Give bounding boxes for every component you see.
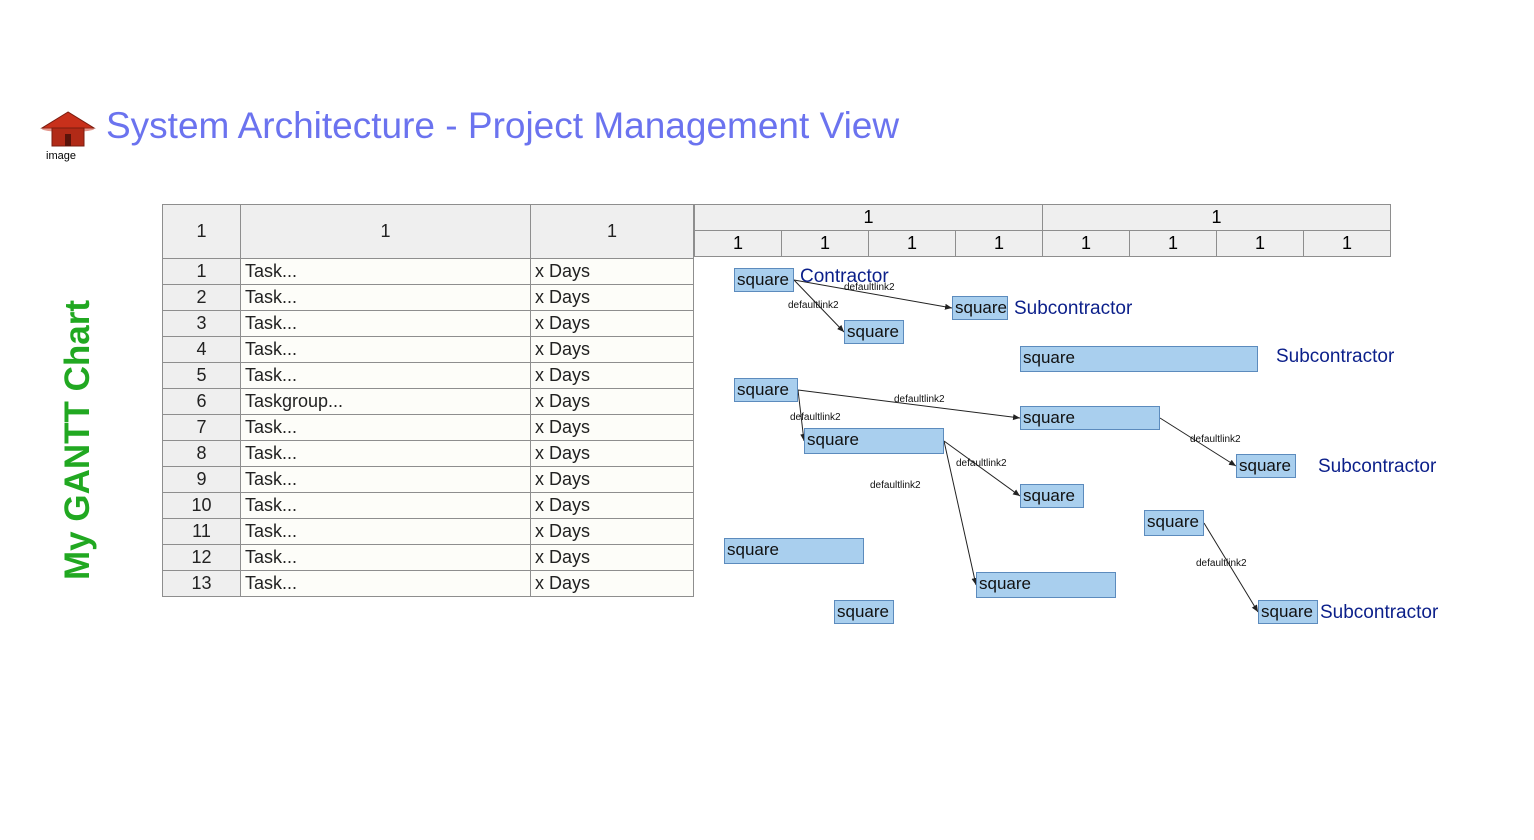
side-title: My GANTT Chart bbox=[58, 212, 98, 580]
gantt-role-label: Subcontractor bbox=[1276, 346, 1394, 368]
gantt-bar[interactable]: square bbox=[952, 296, 1008, 320]
row-number: 1 bbox=[163, 259, 241, 285]
gantt-bar[interactable]: square bbox=[1020, 406, 1160, 430]
gantt-bar[interactable]: square bbox=[724, 538, 864, 564]
gantt-bar[interactable]: square bbox=[1144, 510, 1204, 536]
table-row[interactable]: 7Task...x Days bbox=[163, 415, 694, 441]
table-row[interactable]: 2Task...x Days bbox=[163, 285, 694, 311]
house-icon-caption: image bbox=[46, 150, 76, 162]
gantt-role-label: Subcontractor bbox=[1318, 456, 1436, 478]
task-duration-cell[interactable]: x Days bbox=[531, 311, 694, 337]
task-name-cell[interactable]: Task... bbox=[241, 415, 531, 441]
task-head-1: 1 bbox=[241, 205, 531, 259]
task-duration-cell[interactable]: x Days bbox=[531, 285, 694, 311]
gantt-bar[interactable]: square bbox=[734, 378, 798, 402]
task-duration-cell[interactable]: x Days bbox=[531, 337, 694, 363]
time-col-bottom: 1 bbox=[1043, 231, 1130, 257]
task-duration-cell[interactable]: x Days bbox=[531, 519, 694, 545]
table-row[interactable]: 3Task...x Days bbox=[163, 311, 694, 337]
time-col-top: 1 bbox=[1043, 205, 1391, 231]
task-name-cell[interactable]: Task... bbox=[241, 259, 531, 285]
row-number: 10 bbox=[163, 493, 241, 519]
dependency-label: defaultlink2 bbox=[870, 480, 921, 491]
dependency-label: defaultlink2 bbox=[844, 282, 895, 293]
dependency-label: defaultlink2 bbox=[894, 394, 945, 405]
task-name-cell[interactable]: Task... bbox=[241, 441, 531, 467]
task-duration-cell[interactable]: x Days bbox=[531, 389, 694, 415]
row-number: 3 bbox=[163, 311, 241, 337]
time-col-bottom: 1 bbox=[695, 231, 782, 257]
time-col-bottom: 1 bbox=[1130, 231, 1217, 257]
task-duration-cell[interactable]: x Days bbox=[531, 545, 694, 571]
table-row[interactable]: 13Task...x Days bbox=[163, 571, 694, 597]
row-number: 8 bbox=[163, 441, 241, 467]
table-row[interactable]: 6Taskgroup...x Days bbox=[163, 389, 694, 415]
time-col-top: 1 bbox=[695, 205, 1043, 231]
task-name-cell[interactable]: Task... bbox=[241, 285, 531, 311]
row-number: 6 bbox=[163, 389, 241, 415]
gantt-canvas: square square square square square square squa… bbox=[694, 260, 1454, 640]
row-number: 12 bbox=[163, 545, 241, 571]
table-row[interactable]: 11Task...x Days bbox=[163, 519, 694, 545]
dependency-label: defaultlink2 bbox=[1190, 434, 1241, 445]
task-name-cell[interactable]: Task... bbox=[241, 363, 531, 389]
task-name-cell[interactable]: Task... bbox=[241, 311, 531, 337]
task-name-cell[interactable]: Task... bbox=[241, 337, 531, 363]
task-name-cell[interactable]: Task... bbox=[241, 571, 531, 597]
time-col-bottom: 1 bbox=[869, 231, 956, 257]
task-head-2: 1 bbox=[531, 205, 694, 259]
table-row[interactable]: 10Task...x Days bbox=[163, 493, 694, 519]
row-number: 13 bbox=[163, 571, 241, 597]
gantt-bar[interactable]: square bbox=[844, 320, 904, 344]
gantt-bar[interactable]: square bbox=[976, 572, 1116, 598]
row-number: 9 bbox=[163, 467, 241, 493]
dependency-label: defaultlink2 bbox=[956, 458, 1007, 469]
row-number: 2 bbox=[163, 285, 241, 311]
gantt-bar[interactable]: square bbox=[1258, 600, 1318, 624]
page-title: System Architecture - Project Management… bbox=[106, 105, 899, 147]
gantt-role-label: Subcontractor bbox=[1320, 602, 1438, 624]
task-duration-cell[interactable]: x Days bbox=[531, 467, 694, 493]
table-row[interactable]: 9Task...x Days bbox=[163, 467, 694, 493]
task-head-0: 1 bbox=[163, 205, 241, 259]
gantt-role-label: Subcontractor bbox=[1014, 298, 1132, 320]
task-table: 1 1 1 1Task...x Days2Task...x Days3Task.… bbox=[162, 204, 694, 597]
row-number: 7 bbox=[163, 415, 241, 441]
task-name-cell[interactable]: Taskgroup... bbox=[241, 389, 531, 415]
table-row[interactable]: 5Task...x Days bbox=[163, 363, 694, 389]
task-name-cell[interactable]: Task... bbox=[241, 467, 531, 493]
task-name-cell[interactable]: Task... bbox=[241, 493, 531, 519]
task-duration-cell[interactable]: x Days bbox=[531, 493, 694, 519]
gantt-bar[interactable]: square bbox=[1236, 454, 1296, 478]
task-duration-cell[interactable]: x Days bbox=[531, 259, 694, 285]
gantt-bar[interactable]: square bbox=[734, 268, 794, 292]
task-name-cell[interactable]: Task... bbox=[241, 545, 531, 571]
task-duration-cell[interactable]: x Days bbox=[531, 571, 694, 597]
table-row[interactable]: 4Task...x Days bbox=[163, 337, 694, 363]
row-number: 5 bbox=[163, 363, 241, 389]
dependency-label: defaultlink2 bbox=[788, 300, 839, 311]
task-duration-cell[interactable]: x Days bbox=[531, 363, 694, 389]
gantt-bar[interactable]: square bbox=[804, 428, 944, 454]
task-duration-cell[interactable]: x Days bbox=[531, 415, 694, 441]
timeline-header: 11 11111111 bbox=[694, 204, 1391, 257]
time-col-bottom: 1 bbox=[1304, 231, 1391, 257]
gantt-bar[interactable]: square bbox=[1020, 484, 1084, 508]
row-number: 11 bbox=[163, 519, 241, 545]
task-duration-cell[interactable]: x Days bbox=[531, 441, 694, 467]
table-row[interactable]: 8Task...x Days bbox=[163, 441, 694, 467]
gantt-bar[interactable]: square bbox=[1020, 346, 1258, 372]
table-row[interactable]: 1Task...x Days bbox=[163, 259, 694, 285]
row-number: 4 bbox=[163, 337, 241, 363]
table-row[interactable]: 12Task...x Days bbox=[163, 545, 694, 571]
time-col-bottom: 1 bbox=[1217, 231, 1304, 257]
time-col-bottom: 1 bbox=[782, 231, 869, 257]
dependency-label: defaultlink2 bbox=[790, 412, 841, 423]
time-col-bottom: 1 bbox=[956, 231, 1043, 257]
house-icon bbox=[40, 110, 96, 148]
task-name-cell[interactable]: Task... bbox=[241, 519, 531, 545]
gantt-bar[interactable]: square bbox=[834, 600, 894, 624]
dependency-label: defaultlink2 bbox=[1196, 558, 1247, 569]
